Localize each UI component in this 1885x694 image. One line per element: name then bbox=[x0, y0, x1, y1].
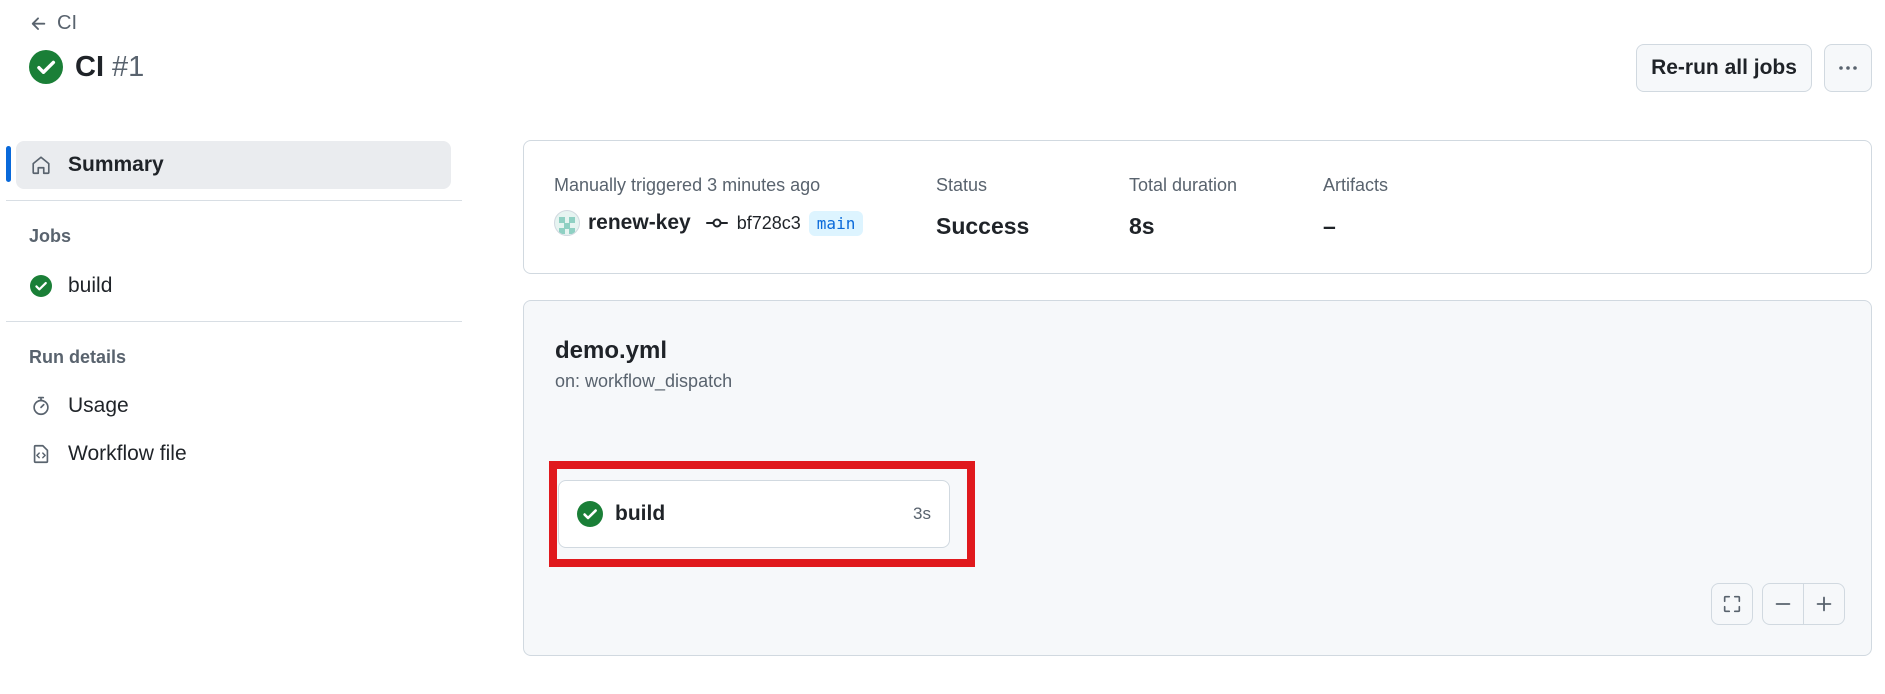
actor-link[interactable]: renew-key bbox=[588, 211, 691, 235]
back-link[interactable]: CI bbox=[29, 12, 77, 35]
commit-sha-link[interactable]: bf728c3 bbox=[737, 213, 801, 234]
sidebar-item-label: Workflow file bbox=[68, 442, 187, 465]
zoom-out-button[interactable] bbox=[1762, 583, 1804, 625]
page-title: CI #1 bbox=[29, 50, 144, 84]
artifacts-label: Artifacts bbox=[1323, 175, 1389, 195]
check-circle-icon bbox=[577, 501, 603, 527]
avatar[interactable] bbox=[554, 210, 580, 236]
workflow-graph: demo.yml on: workflow_dispatch build 3s bbox=[523, 300, 1872, 656]
check-circle-icon bbox=[29, 50, 63, 84]
trigger-text: Manually triggered 3 minutes ago bbox=[554, 175, 821, 195]
more-options-button[interactable] bbox=[1824, 44, 1872, 92]
file-code-icon bbox=[33, 444, 49, 464]
branch-badge[interactable]: main bbox=[808, 210, 864, 236]
job-duration: 3s bbox=[913, 504, 931, 523]
home-icon bbox=[32, 156, 50, 175]
fullscreen-button[interactable] bbox=[1711, 583, 1753, 625]
stopwatch-icon bbox=[33, 396, 49, 416]
duration-label: Total duration bbox=[1129, 175, 1238, 195]
active-indicator bbox=[6, 146, 11, 182]
workflow-title: CI bbox=[75, 50, 104, 83]
sidebar-item-label: build bbox=[68, 274, 113, 297]
job-name: build bbox=[615, 502, 666, 525]
sidebar-item-build[interactable]: build bbox=[16, 262, 451, 310]
artifacts-value: – bbox=[1323, 213, 1336, 239]
workflow-trigger: on: workflow_dispatch bbox=[555, 371, 733, 391]
back-link-label: CI bbox=[57, 12, 77, 34]
sidebar-divider bbox=[6, 200, 462, 201]
check-circle-icon bbox=[30, 275, 52, 297]
trigger-details: renew-key bf728c3 main bbox=[554, 210, 864, 236]
zoom-in-button[interactable] bbox=[1803, 583, 1845, 625]
jobs-heading: Jobs bbox=[29, 226, 72, 246]
rerun-all-jobs-button[interactable]: Re-run all jobs bbox=[1636, 44, 1812, 92]
sidebar-item-usage[interactable]: Usage bbox=[16, 382, 451, 430]
arrow-left-icon bbox=[31, 16, 46, 30]
job-node-build[interactable]: build 3s bbox=[558, 480, 950, 548]
run-details-heading: Run details bbox=[29, 347, 127, 367]
workflow-file-name: demo.yml bbox=[555, 337, 668, 364]
plus-icon bbox=[1816, 596, 1832, 612]
sidebar-item-label: Usage bbox=[68, 394, 129, 417]
status-value: Success bbox=[936, 213, 1030, 239]
git-commit-icon bbox=[705, 218, 728, 228]
sidebar-item-summary[interactable]: Summary bbox=[16, 141, 451, 189]
run-number: #1 bbox=[112, 50, 145, 83]
screen-full-icon bbox=[1723, 595, 1741, 613]
run-summary-card: Manually triggered 3 minutes ago renew-k… bbox=[523, 140, 1872, 274]
duration-value: 8s bbox=[1129, 213, 1155, 239]
status-label: Status bbox=[936, 175, 988, 195]
minus-icon bbox=[1775, 603, 1791, 605]
sidebar-item-workflow-file[interactable]: Workflow file bbox=[16, 430, 451, 478]
kebab-horizontal-icon bbox=[1839, 66, 1857, 70]
sidebar-divider bbox=[6, 321, 462, 322]
sidebar-item-label: Summary bbox=[68, 153, 164, 176]
